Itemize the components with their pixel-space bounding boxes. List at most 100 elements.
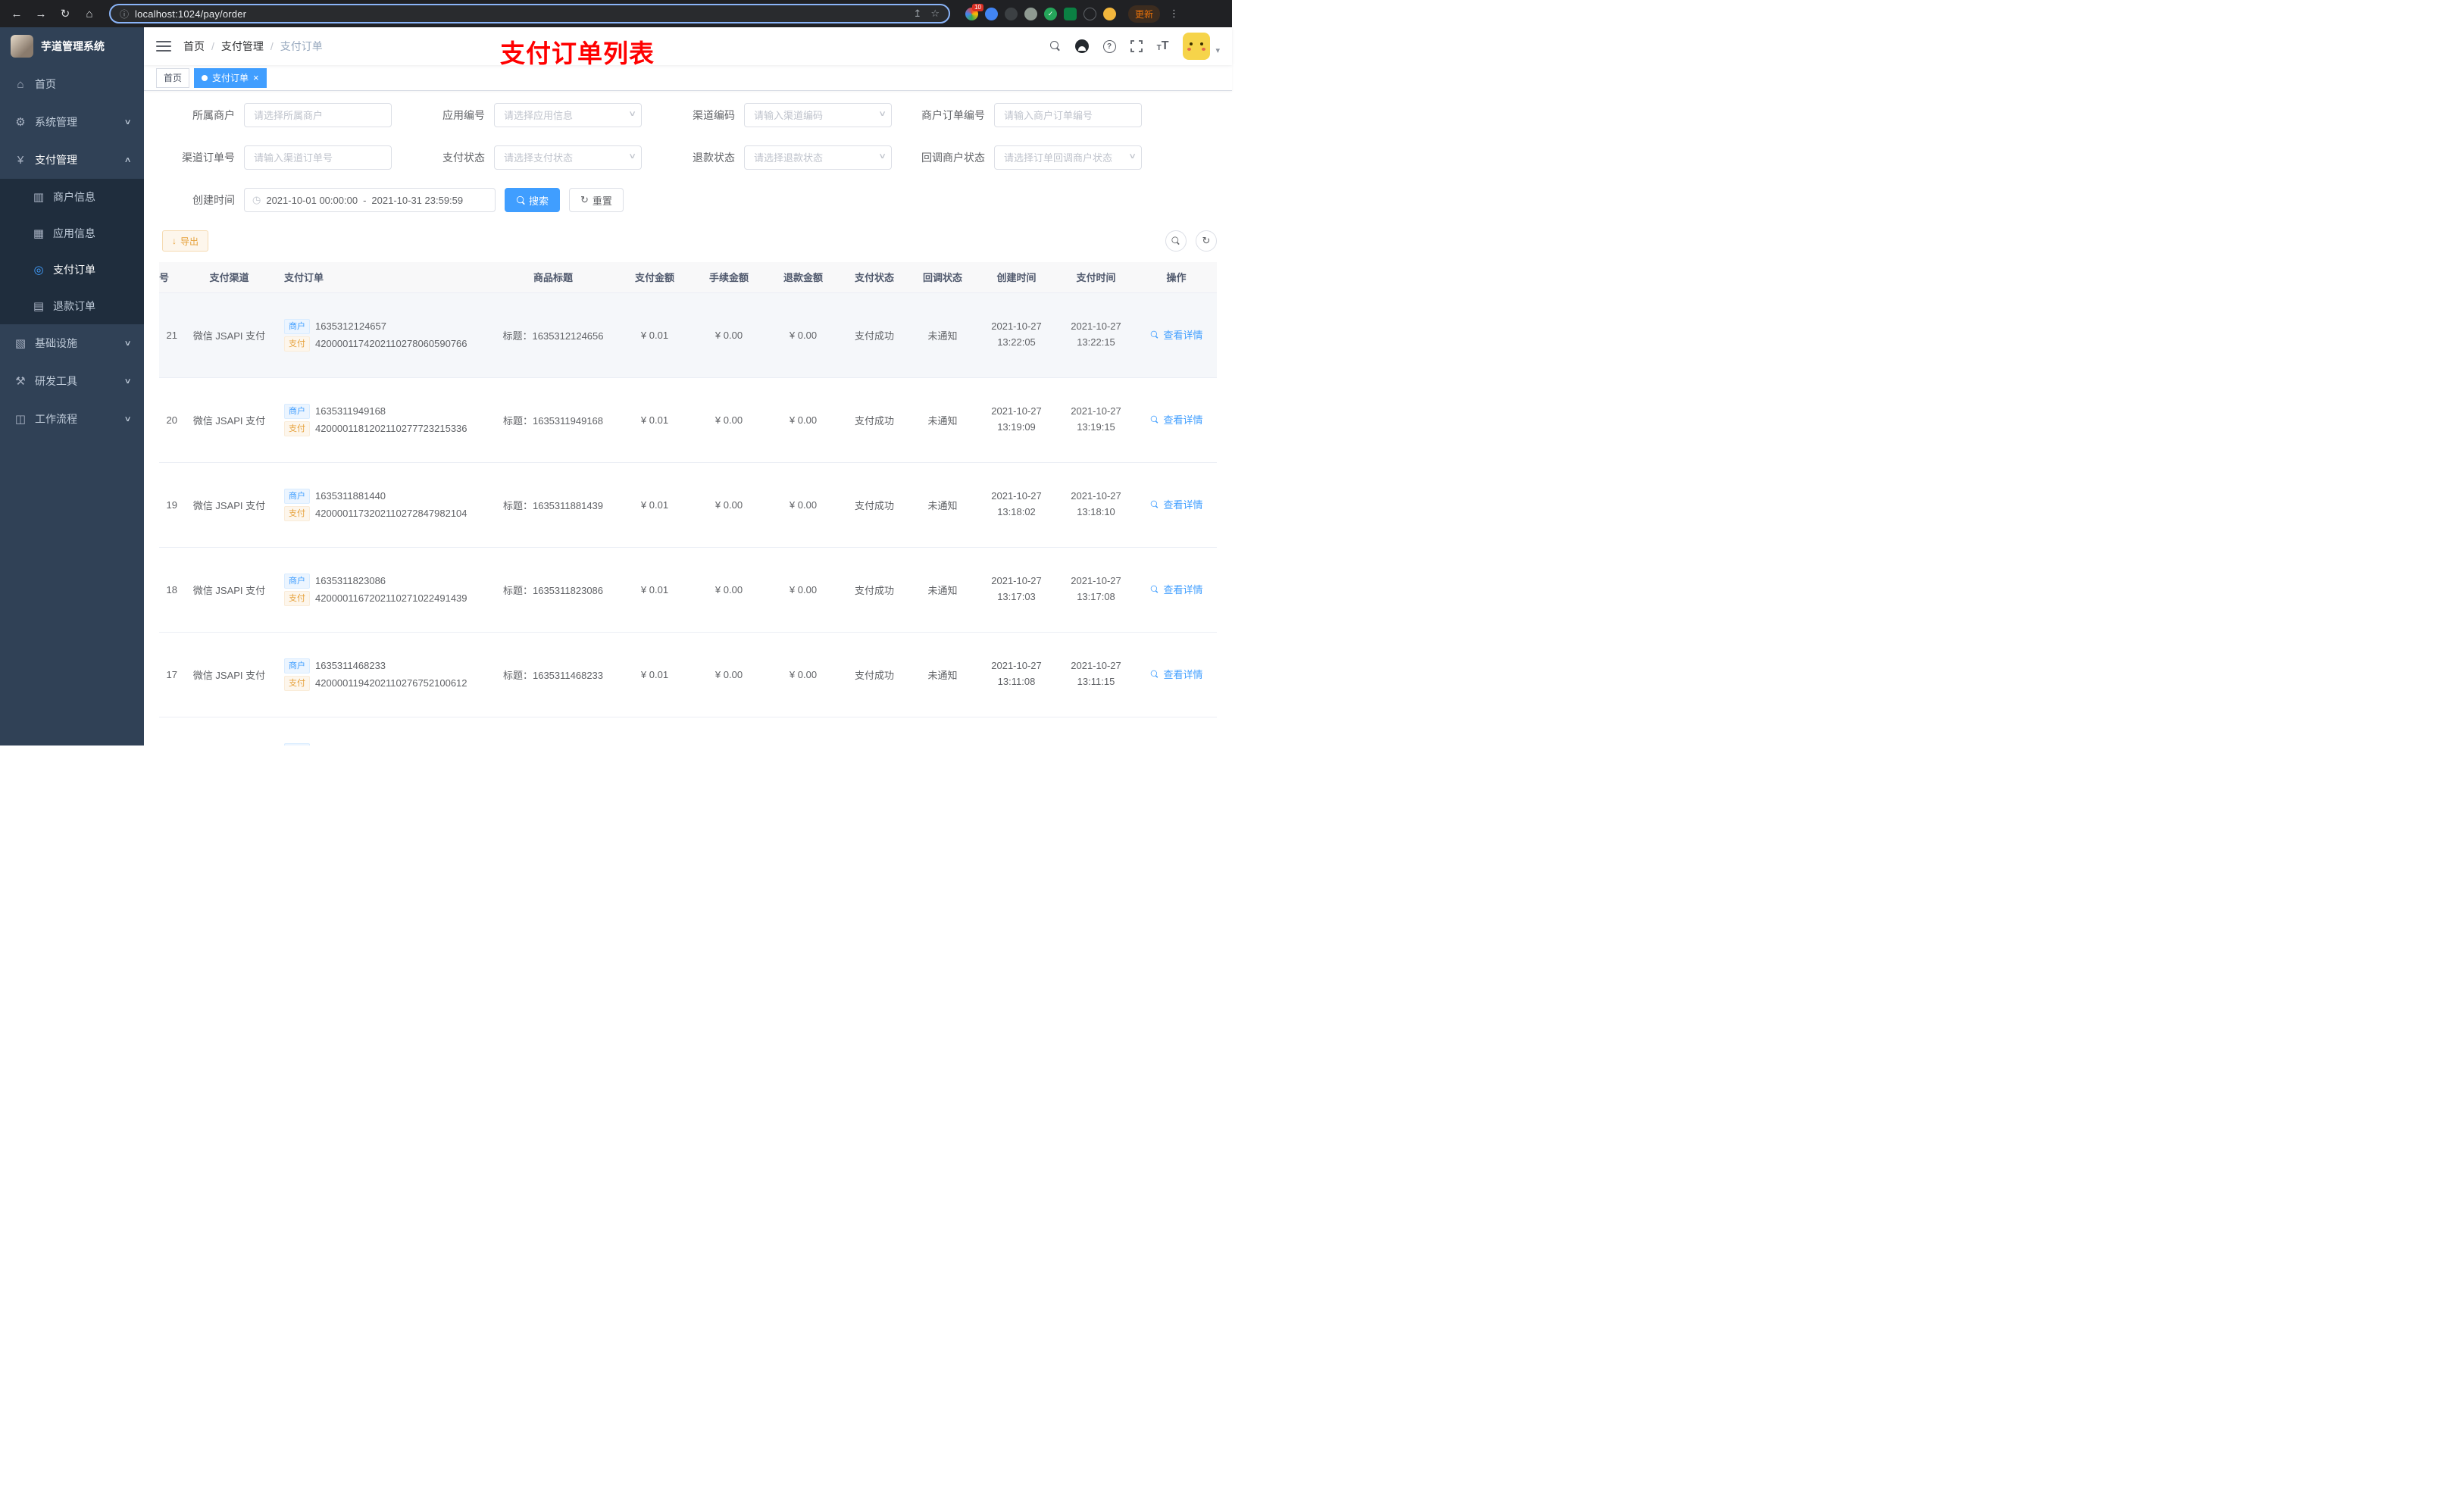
table-row[interactable]: 19 微信 JSAPI 支付 商户 1635311881440 支付 4200001…: [159, 462, 1217, 548]
view-detail-link[interactable]: 查看详情: [1149, 667, 1203, 681]
export-button[interactable]: ↓ 导出: [162, 230, 209, 252]
merchant-order-no: 1635311157586: [315, 745, 385, 746]
pay-status-select[interactable]: [494, 145, 642, 170]
tab-label: 首页: [164, 73, 183, 83]
tab-home[interactable]: 首页: [156, 67, 190, 88]
goods-title: 标题：1635311823086: [489, 547, 618, 633]
pay-time: 13:11:15: [1077, 676, 1115, 687]
infrastructure-icon: ▧: [14, 337, 27, 350]
merchant-input[interactable]: [244, 103, 392, 127]
channel-order-no-input[interactable]: [244, 145, 392, 170]
channel-code-select[interactable]: [744, 103, 892, 127]
search-button[interactable]: 搜索: [505, 188, 561, 212]
merchant-order-no-input[interactable]: [994, 103, 1142, 127]
browser-menu-icon[interactable]: ⋮: [1169, 8, 1179, 20]
bookmark-star-icon[interactable]: ☆: [930, 8, 940, 20]
app-select[interactable]: [494, 103, 642, 127]
extension-icon-6[interactable]: [1064, 7, 1077, 20]
merchant-order-no: 1635311881440: [315, 490, 386, 502]
target-icon: ◎: [33, 264, 44, 277]
avatar[interactable]: [1183, 33, 1211, 60]
view-detail-link[interactable]: 查看详情: [1149, 327, 1203, 342]
github-icon[interactable]: [1074, 39, 1089, 53]
workflow-icon: ◫: [14, 413, 27, 426]
sidebar-item-infrastructure[interactable]: ▧ 基础设施 ∨: [0, 324, 144, 362]
extension-icon-3[interactable]: [1005, 7, 1018, 20]
extension-icon-4[interactable]: [1024, 7, 1037, 20]
pay-tag: 支付: [284, 336, 310, 352]
pay-amount: ¥ 0.01: [618, 462, 692, 548]
font-size-icon[interactable]: TT: [1157, 40, 1169, 52]
extension-icon-5[interactable]: ✓: [1044, 7, 1057, 20]
table-row[interactable]: 17 微信 JSAPI 支付 商户 1635311468233 支付 4200001…: [159, 632, 1217, 717]
filter-label-refund-status: 退款状态: [693, 152, 735, 164]
extension-icon-1[interactable]: 10: [965, 3, 983, 20]
create-time-range-picker[interactable]: ◷ 2021-10-01 00:00:00 - 2021-10-31 23:59…: [244, 188, 496, 212]
home-icon[interactable]: ⌂: [80, 5, 98, 23]
sidebar-item-payment[interactable]: ¥ 支付管理 ∧: [0, 141, 144, 179]
sidebar-item-home[interactable]: ⌂ 首页: [0, 65, 144, 103]
view-detail-link[interactable]: 查看详情: [1149, 412, 1203, 427]
extension-icon-8[interactable]: [1103, 7, 1116, 20]
pay-tag: 支付: [284, 590, 310, 606]
extension-icon-2[interactable]: [985, 7, 998, 20]
fee-amount: ¥ 0.00: [692, 377, 766, 463]
col-actions: 操作: [1136, 262, 1217, 293]
hamburger-icon[interactable]: [156, 41, 171, 52]
pay-order-no: 4200001173202110272847982104: [315, 508, 467, 519]
table-row[interactable]: 18 微信 JSAPI 支付 商户 1635311823086 支付 4200001…: [159, 547, 1217, 633]
table-row[interactable]: 20 微信 JSAPI 支付 商户 1635311949168 支付 4200001…: [159, 377, 1217, 463]
extension-icon-7[interactable]: [1083, 7, 1096, 20]
notify-status-select[interactable]: [994, 145, 1142, 170]
sidebar-item-system[interactable]: ⚙ 系统管理 ∨: [0, 103, 144, 141]
sidebar-item-pay-order[interactable]: ◎ 支付订单: [0, 252, 144, 288]
show-search-button[interactable]: [1165, 230, 1187, 252]
table-row[interactable]: 21 微信 JSAPI 支付 商户 1635312124657 支付 4200001…: [159, 292, 1217, 378]
refresh-table-button[interactable]: ↻: [1196, 230, 1217, 252]
browser-update-button[interactable]: 更新: [1128, 5, 1161, 23]
sidebar-item-label: 支付订单: [53, 264, 95, 276]
create-time: 13:17:03: [997, 591, 1036, 602]
forward-icon[interactable]: →: [32, 5, 50, 23]
address-bar[interactable]: ⓘ localhost:1024/pay/order ↥ ☆: [109, 4, 950, 23]
order-id: 18: [159, 547, 182, 633]
pay-status: 支付成功: [840, 632, 908, 717]
table-row[interactable]: 商户1635311157586 支付: [159, 717, 1217, 746]
back-icon[interactable]: ←: [8, 5, 26, 23]
search-icon[interactable]: [1049, 41, 1061, 52]
merchant-tag: 商户: [284, 573, 310, 589]
refund-status-select[interactable]: [744, 145, 892, 170]
help-icon[interactable]: ?: [1102, 39, 1116, 53]
caret-down-icon[interactable]: ▾: [1215, 45, 1220, 55]
breadcrumb-home[interactable]: 首页: [183, 39, 205, 54]
card-icon: ▥: [33, 191, 45, 204]
app-logo[interactable]: 芋道管理系统: [0, 27, 144, 65]
view-detail-link[interactable]: 查看详情: [1149, 582, 1203, 596]
sidebar-item-refund-order[interactable]: ▤ 退款订单: [0, 288, 144, 324]
merchant-order-no: 1635311949168: [315, 405, 386, 417]
pay-status: 支付成功: [840, 377, 908, 463]
order-id: 20: [159, 377, 182, 463]
fullscreen-icon[interactable]: [1130, 40, 1143, 52]
tab-pay-order[interactable]: 支付订单 ×: [194, 67, 267, 88]
share-icon[interactable]: ↥: [913, 8, 921, 20]
app-title: 芋道管理系统: [41, 40, 105, 52]
fee-amount: ¥ 0.00: [692, 462, 766, 548]
view-detail-link[interactable]: 查看详情: [1149, 497, 1203, 511]
chevron-down-icon: ∨: [124, 339, 132, 348]
reload-icon[interactable]: ↻: [56, 5, 74, 23]
col-pay-status: 支付状态: [840, 262, 908, 293]
pay-status: 支付成功: [840, 547, 908, 633]
close-icon[interactable]: ×: [253, 73, 259, 83]
export-button-label: 导出: [180, 236, 199, 247]
reset-button[interactable]: ↻ 重置: [569, 188, 624, 212]
date-separator: -: [363, 194, 367, 206]
chevron-down-icon: ∨: [124, 414, 132, 424]
breadcrumb-payment[interactable]: 支付管理: [221, 39, 264, 54]
site-info-icon[interactable]: ⓘ: [120, 8, 129, 20]
sidebar-item-merchant-info[interactable]: ▥ 商户信息: [0, 179, 144, 215]
sidebar-item-app-info[interactable]: ▦ 应用信息: [0, 215, 144, 252]
sidebar-item-workflow[interactable]: ◫ 工作流程 ∨: [0, 400, 144, 438]
sidebar-item-dev-tools[interactable]: ⚒ 研发工具 ∨: [0, 362, 144, 400]
col-title: 商品标题: [489, 262, 618, 293]
